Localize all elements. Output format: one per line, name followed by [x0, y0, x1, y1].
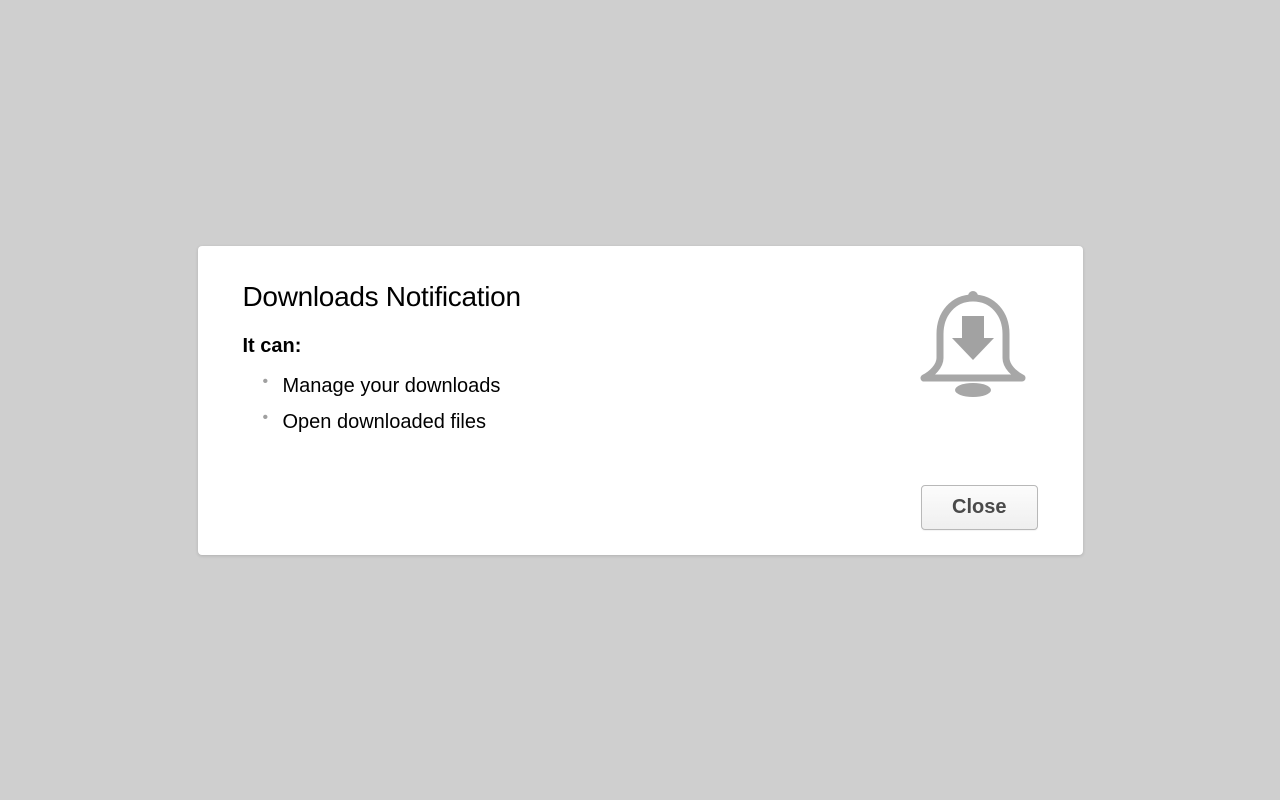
permissions-dialog: Downloads Notification It can: Manage yo… [198, 246, 1083, 555]
dialog-title: Downloads Notification [243, 281, 908, 313]
bell-download-icon [908, 286, 1038, 406]
permission-item: Manage your downloads [263, 368, 908, 404]
dialog-icon-section [908, 286, 1038, 411]
permissions-heading: It can: [243, 335, 908, 358]
permission-item: Open downloaded files [263, 404, 908, 440]
dialog-button-row: Close [243, 485, 1038, 530]
permissions-list: Manage your downloads Open downloaded fi… [243, 368, 908, 440]
close-button[interactable]: Close [921, 485, 1037, 530]
dialog-text-section: Downloads Notification It can: Manage yo… [243, 281, 908, 440]
dialog-content: Downloads Notification It can: Manage yo… [243, 281, 1038, 440]
